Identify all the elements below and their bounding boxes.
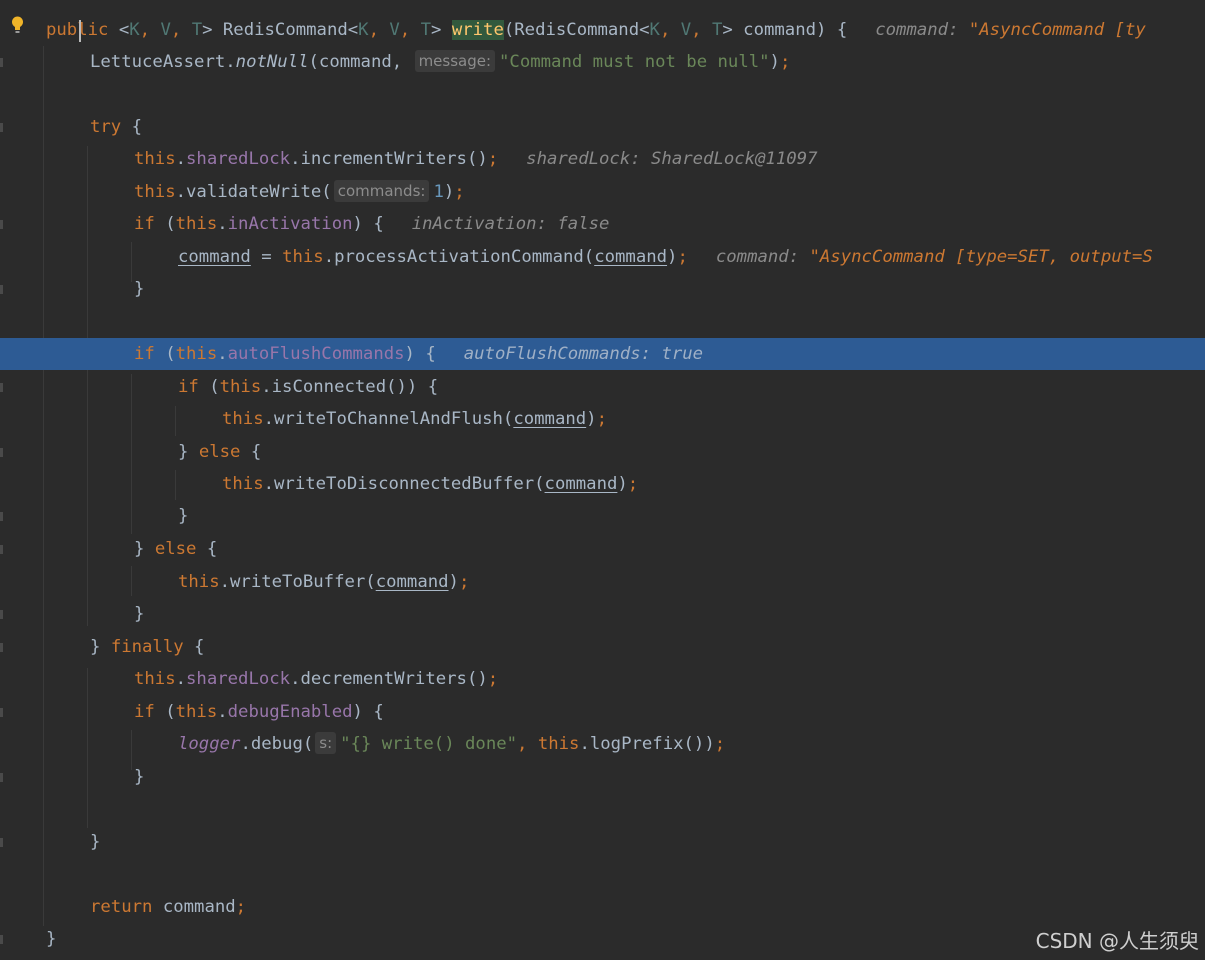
keyword: public (46, 20, 109, 40)
gutter-marker (0, 448, 3, 457)
code-line-19[interactable]: } (0, 598, 1205, 630)
watermark: CSDN @人生须臾 (1035, 929, 1199, 953)
code-line-17[interactable]: } else { (0, 533, 1205, 565)
parameter-hint: message: (414, 50, 496, 72)
parameter-hint: commands: (333, 180, 430, 202)
debug-inline-value[interactable]: "AsyncCommand [type=SET, output=S (810, 247, 1153, 267)
code-line-24[interactable]: } (0, 761, 1205, 793)
current-execution-line[interactable]: if (this.autoFlushCommands) {autoFlushCo… (0, 338, 1205, 370)
gutter-marker (0, 58, 3, 67)
code-line-20[interactable]: } finally { (0, 631, 1205, 663)
gutter-marker (0, 545, 3, 554)
gutter-marker (0, 220, 3, 229)
gutter-marker (0, 285, 3, 294)
code-line-5[interactable]: this.sharedLock.incrementWriters(); share… (0, 143, 1205, 175)
parameter-hint: s: (315, 732, 337, 754)
code-line-1[interactable]: public <K, V, T> RedisCommand<K, V, T> w… (0, 14, 1205, 46)
text-caret (79, 20, 81, 42)
gutter-marker (0, 512, 3, 521)
code-line-12[interactable]: if (this.isConnected()) { (0, 371, 1205, 403)
code-line-13[interactable]: this.writeToChannelAndFlush(command); (0, 403, 1205, 435)
code-line-9[interactable]: } (0, 273, 1205, 305)
gutter-marker (0, 643, 3, 652)
debug-inline-value[interactable]: false (557, 214, 609, 234)
gutter-marker (0, 935, 3, 944)
code-line-21[interactable]: this.sharedLock.decrementWriters(); (0, 663, 1205, 695)
code-line-6[interactable]: this.validateWrite(commands: 1); (0, 176, 1205, 208)
code-line-4[interactable]: try { (0, 111, 1205, 143)
gutter-marker (0, 708, 3, 717)
code-line-26[interactable]: } (0, 826, 1205, 858)
gutter-marker (0, 773, 3, 782)
code-line-28[interactable]: return command; (0, 891, 1205, 923)
code-line-29[interactable]: } (0, 923, 1205, 955)
debug-inline-label: command: (715, 247, 800, 267)
method-name[interactable]: write (451, 20, 504, 40)
debug-inline-value[interactable]: true (661, 344, 703, 364)
code-line-16[interactable]: } (0, 500, 1205, 532)
debug-inline-value[interactable]: SharedLock@11097 (651, 149, 817, 169)
debug-inline-label: inActivation: (411, 214, 547, 234)
gutter-marker (0, 838, 3, 847)
debug-inline-label: command: (875, 20, 959, 40)
code-line-18[interactable]: this.writeToBuffer(command); (0, 566, 1205, 598)
code-line-2[interactable]: LettuceAssert.notNull(command, message: "… (0, 46, 1205, 78)
code-line-23[interactable]: logger.debug(s: "{} write() done", this.l… (0, 728, 1205, 760)
gutter-marker (0, 610, 3, 619)
debug-inline-value[interactable]: "AsyncCommand [ty (969, 20, 1146, 40)
code-line-14[interactable]: } else { (0, 436, 1205, 468)
gutter-marker (0, 383, 3, 392)
code-line-8[interactable]: command = this.processActivationCommand(… (0, 241, 1205, 273)
lightbulb-icon[interactable] (11, 16, 24, 34)
code-line-15[interactable]: this.writeToDisconnectedBuffer(command); (0, 468, 1205, 500)
code-editor[interactable]: public <K, V, T> RedisCommand<K, V, T> w… (0, 0, 1205, 960)
gutter-marker (0, 123, 3, 132)
code-line-7[interactable]: if (this.inActivation) {inActivation: fa… (0, 208, 1205, 240)
debug-inline-label: autoFlushCommands: (463, 344, 652, 364)
debug-inline-label: sharedLock: (526, 149, 641, 169)
code-line-22[interactable]: if (this.debugEnabled) { (0, 696, 1205, 728)
